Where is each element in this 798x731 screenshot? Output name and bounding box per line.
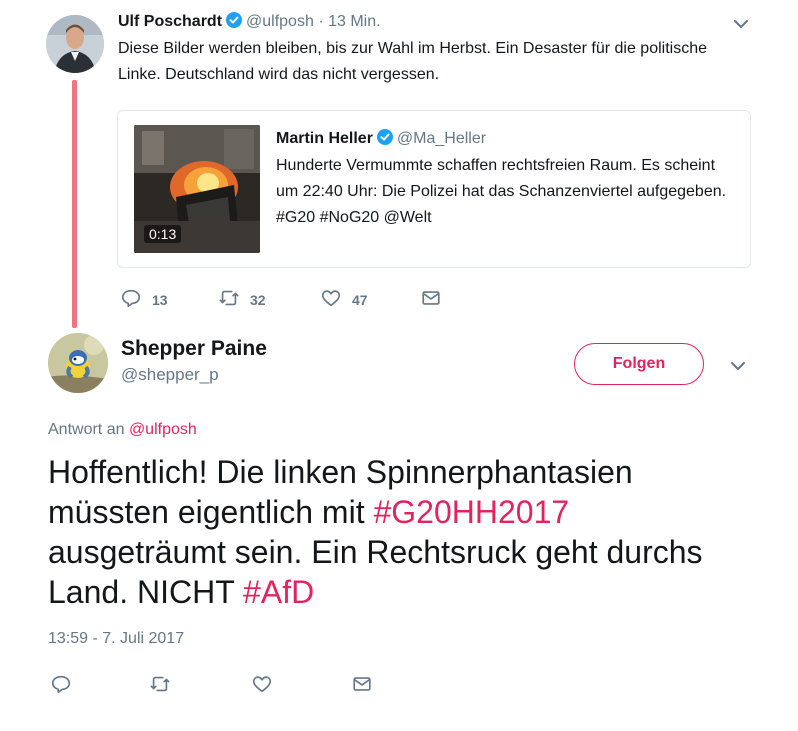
author-name[interactable]: Shepper Paine (121, 337, 267, 361)
avatar-shepper-paine[interactable] (48, 333, 108, 393)
quoted-author-name: Martin Heller (276, 130, 373, 147)
hashtag-link[interactable]: #G20HH2017 (373, 494, 569, 530)
reply-context: Antwort an @ulfposh (48, 421, 197, 439)
chevron-down-icon[interactable] (731, 14, 751, 34)
tweet-header: Ulf Poschardt @ulfposh · 13 Min. (118, 12, 381, 34)
reply-prefix: Antwort an (48, 421, 125, 438)
reply-icon (120, 287, 142, 312)
reply-button[interactable] (50, 673, 72, 698)
verified-icon (376, 129, 393, 151)
retweet-button[interactable] (149, 673, 171, 698)
like-count: 47 (352, 291, 368, 308)
quoted-tweet[interactable]: 0:13 Martin Heller @Ma_Heller Hunderte Ve… (117, 110, 751, 268)
like-icon (320, 287, 342, 312)
direct-message-button[interactable] (420, 287, 442, 312)
quoted-tweet-text: Hunderte Vermummte schaffen rechtsfreien… (276, 157, 727, 226)
video-duration: 0:13 (144, 225, 182, 243)
quoted-author-handle: @Ma_Heller (396, 130, 487, 147)
follow-button[interactable]: Folgen (574, 343, 704, 385)
author-name[interactable]: Ulf Poschardt (118, 13, 222, 30)
retweet-button[interactable]: 32 (218, 287, 266, 312)
like-button[interactable]: 47 (320, 287, 368, 312)
reply-icon (50, 673, 72, 698)
reply-button[interactable]: 13 (120, 287, 168, 312)
retweet-count: 32 (250, 291, 266, 308)
hashtag-link[interactable]: #AfD (243, 574, 314, 610)
tweet-text-part: ausgeträumt sein. Ein Rechtsruck geht du… (48, 534, 703, 610)
tweet-text: Hoffentlich! Die linken Spinnerphantasie… (48, 452, 748, 612)
verified-icon (226, 12, 243, 34)
avatar-ulf-poschardt[interactable] (46, 15, 104, 73)
reply-count: 13 (152, 291, 168, 308)
time-separator: · (318, 13, 324, 30)
tweet-timestamp[interactable]: 13:59 - 7. Juli 2017 (48, 630, 184, 648)
direct-message-button[interactable] (351, 673, 373, 698)
author-handle[interactable]: @ulfposh (246, 13, 314, 30)
like-button[interactable] (251, 673, 273, 698)
tweet-time[interactable]: 13 Min. (328, 13, 380, 30)
tweet-text: Diese Bilder werden bleiben, bis zur Wah… (118, 40, 707, 83)
retweet-icon (218, 287, 240, 312)
retweet-icon (149, 673, 171, 698)
like-icon (251, 673, 273, 698)
message-icon (351, 673, 373, 698)
chevron-down-icon[interactable] (728, 356, 748, 376)
reply-to-link[interactable]: @ulfposh (129, 421, 197, 438)
author-handle[interactable]: @shepper_p (121, 365, 219, 385)
thread-connector-line (72, 80, 77, 328)
message-icon (420, 287, 442, 312)
video-thumbnail[interactable]: 0:13 (134, 125, 260, 253)
quoted-tweet-header: Martin Heller @Ma_Heller (276, 129, 486, 151)
